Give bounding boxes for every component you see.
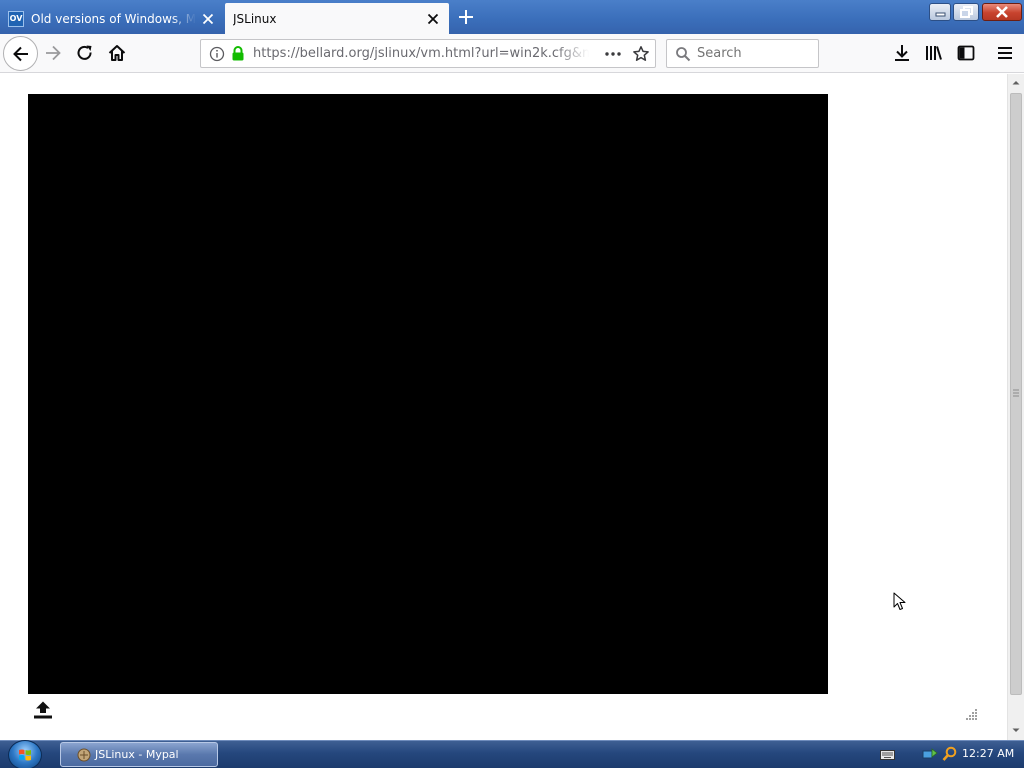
sidebar-toggle-button[interactable] [955,42,977,64]
lock-icon[interactable] [230,45,246,62]
oldversion-favicon-icon: OV [8,10,24,27]
arrow-left-icon [12,46,28,61]
info-icon[interactable] [209,46,225,62]
window-close-button[interactable] [982,3,1022,21]
address-bar[interactable]: https://bellard.org/jslinux/vm.html?url=… [200,39,656,68]
mypal-browser-icon [77,748,91,761]
scroll-up-arrow-icon[interactable] [1008,74,1024,91]
keyboard-icon[interactable] [880,750,895,760]
library-button[interactable] [923,42,945,64]
window-restore-button[interactable] [953,3,979,21]
open-menu-button[interactable] [994,42,1016,64]
minimize-icon [935,12,946,17]
taskbar: JSLinux - Mypal 12:27 AM [0,740,1024,768]
network-icon[interactable] [922,747,938,762]
taskbar-item-browser[interactable]: JSLinux - Mypal [60,742,218,767]
sidebar-icon [957,45,975,61]
search-bar[interactable] [666,39,819,68]
window-minimize-button[interactable] [929,3,951,21]
search-icon[interactable] [942,746,957,762]
reload-icon [77,45,92,60]
taskbar-clock[interactable]: 12:27 AM [962,747,1022,760]
scroll-down-arrow-icon[interactable] [1008,722,1024,739]
tab-old-versions[interactable]: OV Old versions of Windows, Mac and Linu… [0,3,224,34]
close-icon[interactable] [425,11,441,27]
forward-button[interactable] [42,42,64,64]
download-icon [895,45,909,61]
mouse-cursor-icon [893,592,906,610]
page-content [0,74,1024,740]
back-button[interactable] [3,36,38,71]
star-icon[interactable] [632,45,650,63]
resize-grip-icon[interactable] [964,708,978,720]
new-tab-plus-icon[interactable] [456,7,476,27]
windows-logo-icon [19,749,31,761]
close-icon [996,6,1008,18]
upload-icon[interactable] [32,700,54,720]
tab-strip: OV Old versions of Windows, Mac and Linu… [0,0,1024,34]
reload-button[interactable] [74,42,96,64]
home-button[interactable] [106,42,128,64]
scrollbar-thumb[interactable] [1010,93,1022,695]
home-icon [108,45,126,61]
ellipsis-icon[interactable] [602,45,624,63]
tab-title: JSLinux [233,11,277,26]
restore-icon [960,6,973,18]
tab-title: Old versions of Windows, Mac and Linux [31,11,196,26]
url-text[interactable]: https://bellard.org/jslinux/vm.html?url=… [253,46,589,62]
close-icon[interactable] [200,11,216,27]
tab-jslinux[interactable]: JSLinux [225,3,449,34]
navigation-toolbar: https://bellard.org/jslinux/vm.html?url=… [0,34,1024,73]
arrow-right-icon [46,45,61,61]
search-icon [676,47,691,62]
taskbar-item-label: JSLinux - Mypal [95,748,179,761]
vm-screen-canvas[interactable] [28,94,828,694]
start-button[interactable] [8,740,42,768]
hamburger-icon [998,47,1012,59]
downloads-button[interactable] [891,42,913,64]
search-input[interactable] [697,43,815,64]
library-icon [926,46,942,60]
grip-icon [1013,389,1019,397]
vertical-scrollbar[interactable] [1007,74,1024,740]
